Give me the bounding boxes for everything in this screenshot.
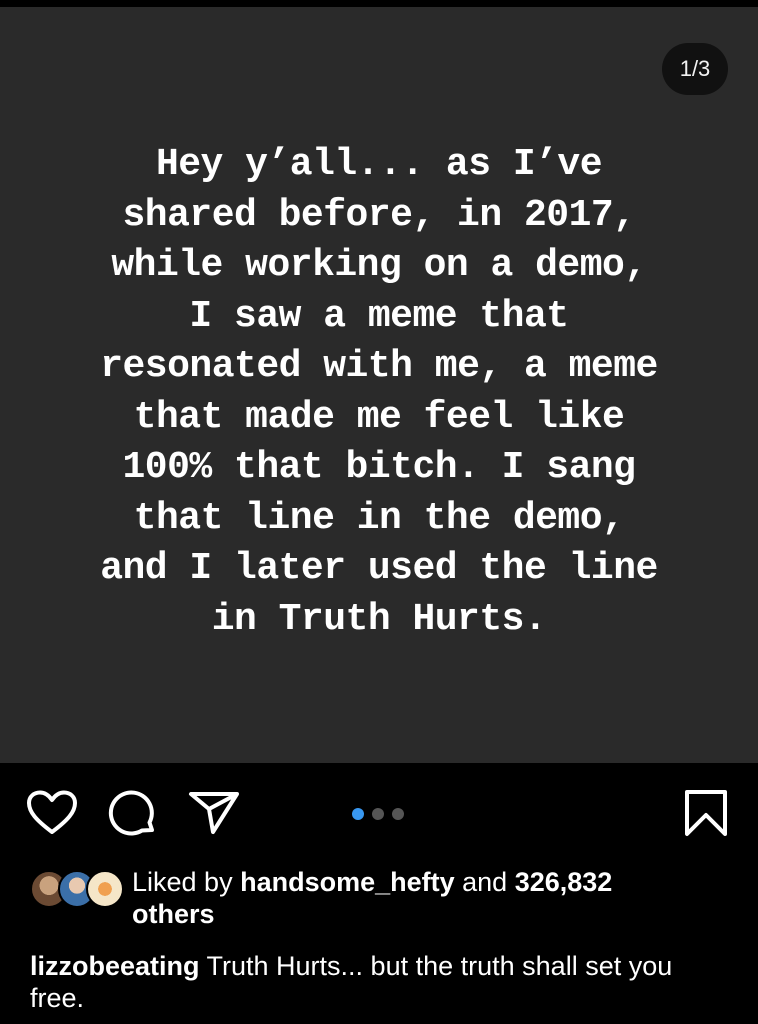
likes-others-link[interactable]: others [132,899,215,929]
likes-middle: and [454,867,515,897]
carousel-dot-active [352,808,364,820]
post-media[interactable]: 1/3 Hey y’all... as I’ve shared before, … [0,7,758,763]
top-strip [0,0,758,7]
heart-outline-icon[interactable] [26,790,78,836]
avatar [86,870,124,908]
likes-count-link[interactable]: 326,832 [515,867,613,897]
page-counter-badge: 1/3 [662,43,728,95]
liker-username-link[interactable]: handsome_hefty [240,867,455,897]
post-caption: lizzobeeating Truth Hurts... but the tru… [30,950,730,1014]
likes-prefix: Liked by [132,867,241,897]
paper-plane-icon[interactable] [188,790,240,836]
bookmark-icon[interactable] [684,789,728,837]
likes-text: Liked by handsome_hefty and 326,832 other… [132,866,732,930]
liker-avatars [30,870,126,908]
carousel-dot [372,808,384,820]
story-text: Hey y’all... as I’ve shared before, in 2… [100,143,658,641]
speech-bubble-icon[interactable] [108,790,158,838]
carousel-dot [392,808,404,820]
carousel-indicator [352,808,404,820]
caption-username-link[interactable]: lizzobeeating [30,951,200,981]
action-bar [0,763,758,863]
